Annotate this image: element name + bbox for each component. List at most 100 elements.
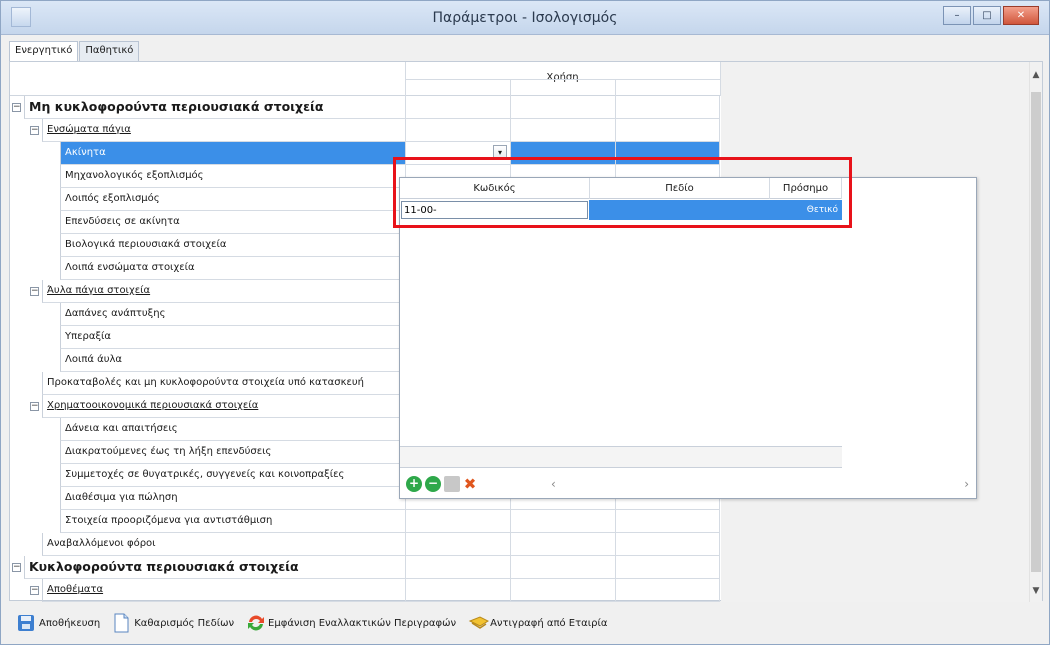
scroll-down-icon[interactable]: ▼ <box>1030 586 1042 596</box>
tree-row[interactable]: Στοιχεία προοριζόμενα για αντιστάθμιση <box>10 510 720 533</box>
clear-fields-button[interactable]: Καθαρισμός Πεδίων <box>110 609 236 637</box>
value-cell[interactable] <box>405 556 510 579</box>
tree-row[interactable]: − Ενσώματα πάγια <box>10 119 720 142</box>
value-cell[interactable] <box>405 533 510 556</box>
tree-row-label: Μη κυκλοφορούντα περιουσιακά στοιχεία <box>24 96 405 119</box>
tree-row-label: Βιολογικά περιουσιακά στοιχεία <box>60 234 405 257</box>
save-icon <box>17 613 35 633</box>
tree-row[interactable]: − Μη κυκλοφορούντα περιουσιακά στοιχεία <box>10 96 720 119</box>
popup-footer <box>400 446 842 468</box>
collapse-icon[interactable]: − <box>30 586 39 595</box>
sign-cell[interactable]: Θετικό <box>769 200 842 220</box>
value-cell[interactable] <box>510 556 615 579</box>
scroll-up-icon[interactable]: ▲ <box>1030 70 1042 80</box>
tree-row-label: Ακίνητα <box>60 142 405 165</box>
tree-row-label: Λοιπά άυλα <box>60 349 405 372</box>
tab-assets[interactable]: Ενεργητικό <box>9 41 79 61</box>
value-cell[interactable] <box>615 142 720 165</box>
popup-row[interactable]: Θετικό <box>400 200 842 220</box>
tree-row-selected[interactable]: Ακίνητα ▾ <box>10 142 720 165</box>
popup-col-field[interactable]: Πεδίο <box>589 178 769 199</box>
tree-row-label: Διακρατούμενες έως τη λήξη επενδύσεις <box>60 441 405 464</box>
document-icon <box>112 613 130 633</box>
close-button[interactable]: ✕ <box>1003 6 1039 25</box>
tree-row-label: Χρηματοοικονομικά περιουσιακά στοιχεία <box>42 395 405 418</box>
value-cell[interactable] <box>510 533 615 556</box>
scroll-left-icon[interactable]: ‹ <box>551 477 556 491</box>
dropdown-arrow-icon[interactable]: ▾ <box>493 145 507 160</box>
scroll-thumb[interactable] <box>1031 92 1041 572</box>
tree-row[interactable]: Αναβαλλόμενοι φόροι <box>10 533 720 556</box>
title-bar: Παράμετροι - Ισολογισμός – □ ✕ <box>1 1 1049 35</box>
value-cell[interactable] <box>405 510 510 533</box>
save-label: Αποθήκευση <box>39 617 101 629</box>
scroll-right-icon[interactable]: › <box>964 477 969 491</box>
value-cell[interactable] <box>510 142 615 165</box>
value-cell[interactable] <box>510 510 615 533</box>
window-title: Παράμετροι - Ισολογισμός <box>432 10 618 26</box>
tree-row[interactable]: − Αποθέματα <box>10 579 720 602</box>
tree-row-label: Ενσώματα πάγια <box>42 119 405 142</box>
delete-icon[interactable]: ✖ <box>462 476 478 492</box>
collapse-icon[interactable]: − <box>12 103 21 112</box>
tree-row-label: Διαθέσιμα για πώληση <box>60 487 405 510</box>
tree-row-label: Άυλα πάγια στοιχεία <box>42 280 405 303</box>
maximize-button[interactable]: □ <box>973 6 1001 25</box>
value-cell[interactable] <box>615 579 720 602</box>
vertical-scrollbar[interactable]: ▲ ▼ <box>1029 62 1042 602</box>
collapse-icon[interactable]: − <box>12 563 21 572</box>
value-cell[interactable] <box>405 579 510 602</box>
value-cell[interactable] <box>615 533 720 556</box>
value-cell[interactable] <box>615 119 720 142</box>
remove-icon[interactable]: − <box>425 476 441 492</box>
tree-row-label: Υπεραξία <box>60 326 405 349</box>
column-header-year: Χρήση <box>546 72 579 83</box>
copy-from-company-button[interactable]: Αντιγραφή από Εταιρία <box>466 609 609 637</box>
add-icon[interactable]: + <box>406 476 422 492</box>
tree-row-label: Προκαταβολές και μη κυκλοφορούντα στοιχε… <box>42 372 405 395</box>
value-cell[interactable] <box>615 510 720 533</box>
value-cell[interactable] <box>405 119 510 142</box>
value-cell[interactable] <box>510 579 615 602</box>
save-button[interactable]: Αποθήκευση <box>15 609 102 637</box>
refresh-icon <box>246 613 265 633</box>
bottom-toolbar: Αποθήκευση Καθαρισμός Πεδίων Εμφάνιση Εν… <box>9 604 1043 642</box>
tab-strip: Ενεργητικό Παθητικό <box>9 41 140 61</box>
popup-horizontal-scrollbar[interactable]: ‹ › <box>485 472 975 498</box>
tree-row-label: Μηχανολογικός εξοπλισμός <box>60 165 405 188</box>
tree-row-label: Συμμετοχές σε θυγατρικές, συγγενείς και … <box>60 464 405 487</box>
value-cell[interactable] <box>510 96 615 119</box>
value-cell[interactable] <box>615 556 720 579</box>
copy-from-company-label: Αντιγραφή από Εταιρία <box>490 617 608 629</box>
edit-icon[interactable] <box>444 476 460 492</box>
show-alternative-descriptions-button[interactable]: Εμφάνιση Εναλλακτικών Περιγραφών <box>244 609 458 637</box>
value-cell[interactable] <box>510 119 615 142</box>
collapse-icon[interactable]: − <box>30 287 39 296</box>
copy-icon <box>468 613 490 633</box>
popup-header: Κωδικός Πεδίο Πρόσημο <box>400 178 842 199</box>
tree-row-label: Λοιπά ενσώματα στοιχεία <box>60 257 405 280</box>
tree-row-label: Αποθέματα <box>42 579 405 602</box>
value-cell[interactable] <box>405 96 510 119</box>
collapse-icon[interactable]: − <box>30 402 39 411</box>
tree-row-label: Επενδύσεις σε ακίνητα <box>60 211 405 234</box>
popup-col-sign[interactable]: Πρόσημο <box>769 178 842 199</box>
value-cell[interactable] <box>615 96 720 119</box>
popup-col-code[interactable]: Κωδικός <box>400 178 589 199</box>
show-alternative-descriptions-label: Εμφάνιση Εναλλακτικών Περιγραφών <box>268 617 457 629</box>
field-cell[interactable] <box>589 200 769 220</box>
collapse-icon[interactable]: − <box>30 126 39 135</box>
tree-row-label: Δαπάνες ανάπτυξης <box>60 303 405 326</box>
tree-row-label: Κυκλοφορούντα περιουσιακά στοιχεία <box>24 556 405 579</box>
tab-liabilities[interactable]: Παθητικό <box>79 41 140 61</box>
tree-row-label: Αναβαλλόμενοι φόροι <box>42 533 405 556</box>
tree-row-label: Λοιπός εξοπλισμός <box>60 188 405 211</box>
code-input[interactable] <box>401 201 588 219</box>
tree-row[interactable]: − Κυκλοφορούντα περιουσιακά στοιχεία <box>10 556 720 579</box>
tree-row-label: Στοιχεία προοριζόμενα για αντιστάθμιση <box>60 510 405 533</box>
grid-header: Χρήση <box>10 62 721 96</box>
main-window: Παράμετροι - Ισολογισμός – □ ✕ Ενεργητικ… <box>0 0 1050 645</box>
minimize-button[interactable]: – <box>943 6 971 25</box>
clear-fields-label: Καθαρισμός Πεδίων <box>134 617 235 629</box>
value-cell[interactable]: ▾ <box>405 142 510 165</box>
